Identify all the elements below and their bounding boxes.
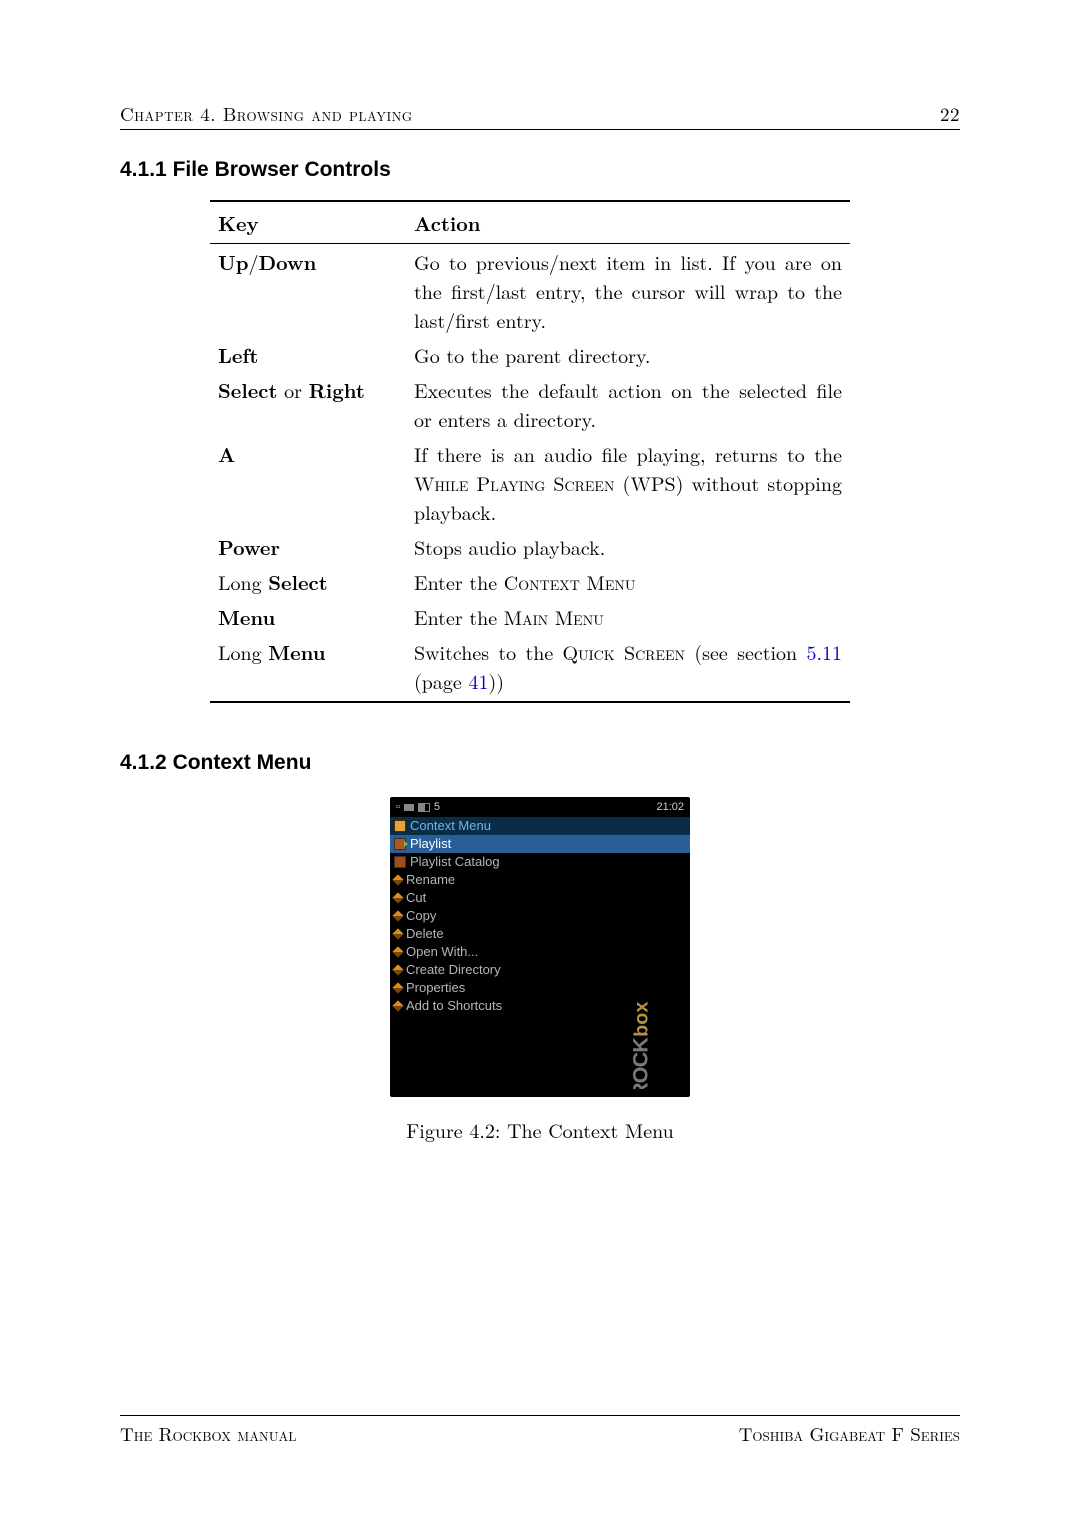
diamond-icon [392, 946, 403, 957]
key-cell: A [210, 436, 406, 529]
key-cell: Menu [210, 599, 406, 634]
diamond-icon [392, 982, 403, 993]
status-bar: ▫ 5 21:02 [390, 797, 690, 817]
table-row: Long MenuSwitches to the Quick Screen (s… [210, 634, 850, 702]
diamond-icon [392, 874, 403, 885]
list-item: Delete [390, 925, 690, 943]
table-row: Long SelectEnter the Context Menu [210, 564, 850, 599]
clock: 21:02 [656, 801, 684, 813]
list-item: Playlist [390, 835, 690, 853]
table-row: Up/DownGo to previous/next item in list.… [210, 244, 850, 338]
action-cell: Stops audio playback. [406, 529, 850, 564]
battery-value: 5 [434, 801, 440, 813]
context-menu-title: Context Menu [410, 818, 491, 833]
diamond-icon [392, 1000, 403, 1011]
list-item: Create Directory [390, 961, 690, 979]
col-action: Action [406, 201, 850, 244]
list-item-label: Cut [406, 889, 426, 907]
action-cell: Executes the default action on the selec… [406, 372, 850, 436]
signal-icon [404, 804, 414, 811]
list-item-label: Rename [406, 871, 455, 889]
page-footer: The Rockbox manual Toshiba Gigabeat F Se… [120, 1415, 960, 1447]
action-cell: If there is an audio file playing, retur… [406, 436, 850, 529]
context-menu-list: PlaylistPlaylist CatalogRenameCutCopyDel… [390, 835, 690, 1015]
table-row: MenuEnter the Main Menu [210, 599, 850, 634]
list-item: Properties [390, 979, 690, 997]
footer-right: Toshiba Gigabeat F Series [739, 1420, 960, 1447]
list-item: Cut [390, 889, 690, 907]
list-item-label: Playlist Catalog [410, 853, 500, 871]
list-item: Rename [390, 871, 690, 889]
list-item-label: Properties [406, 979, 465, 997]
table-row: PowerStops audio playback. [210, 529, 850, 564]
list-item-label: Open With... [406, 943, 478, 961]
list-item-label: Delete [406, 925, 444, 943]
action-cell: Go to previous/next item in list. If you… [406, 244, 850, 338]
page-number: 22 [940, 100, 960, 127]
table-row: Select or RightExecutes the default acti… [210, 372, 850, 436]
list-item-label: Playlist [410, 835, 451, 853]
key-cell: Power [210, 529, 406, 564]
action-cell: Enter the Context Menu [406, 564, 850, 599]
diamond-icon [392, 928, 403, 939]
key-cell: Left [210, 337, 406, 372]
action-cell: Enter the Main Menu [406, 599, 850, 634]
list-item: Playlist Catalog [390, 853, 690, 871]
table-row: AIf there is an audio file playing, retu… [210, 436, 850, 529]
battery-icon [418, 803, 430, 812]
list-item: Open With... [390, 943, 690, 961]
diamond-icon [392, 964, 403, 975]
controls-table: Key Action Up/DownGo to previous/next it… [210, 200, 850, 703]
context-menu-title-bar: Context Menu [390, 817, 690, 835]
action-cell: Switches to the Quick Screen (see sectio… [406, 634, 850, 702]
table-row: LeftGo to the parent directory. [210, 337, 850, 372]
rockbox-logo: ROCK box [608, 999, 680, 1089]
svg-text:box: box [631, 1002, 653, 1037]
key-cell: Long Menu [210, 634, 406, 702]
catalog-icon [394, 856, 406, 868]
svg-text:ROCK: ROCK [628, 1037, 653, 1089]
header-left: Chapter 4. Browsing and playing [120, 100, 413, 127]
key-cell: Long Select [210, 564, 406, 599]
footer-left: The Rockbox manual [120, 1420, 296, 1447]
page-header: Chapter 4. Browsing and playing 22 [120, 100, 960, 130]
col-key: Key [210, 201, 406, 244]
key-cell: Up/Down [210, 244, 406, 338]
section-4-1-1-title: 4.1.1 File Browser Controls [120, 158, 960, 182]
list-item-label: Copy [406, 907, 436, 925]
section-4-1-2-title: 4.1.2 Context Menu [120, 751, 960, 775]
action-cell: Go to the parent directory. [406, 337, 850, 372]
figure-caption: Figure 4.2: The Context Menu [120, 1115, 960, 1144]
context-menu-screenshot: ▫ 5 21:02 Context Menu PlaylistPlaylist … [390, 797, 690, 1097]
status-dot-icon: ▫ [396, 801, 400, 813]
list-item: Copy [390, 907, 690, 925]
diamond-icon [392, 910, 403, 921]
list-item-label: Create Directory [406, 961, 501, 979]
diamond-icon [392, 892, 403, 903]
key-cell: Select or Right [210, 372, 406, 436]
list-item-label: Add to Shortcuts [406, 997, 502, 1015]
context-menu-icon [394, 820, 406, 832]
playlist-icon [394, 838, 406, 850]
